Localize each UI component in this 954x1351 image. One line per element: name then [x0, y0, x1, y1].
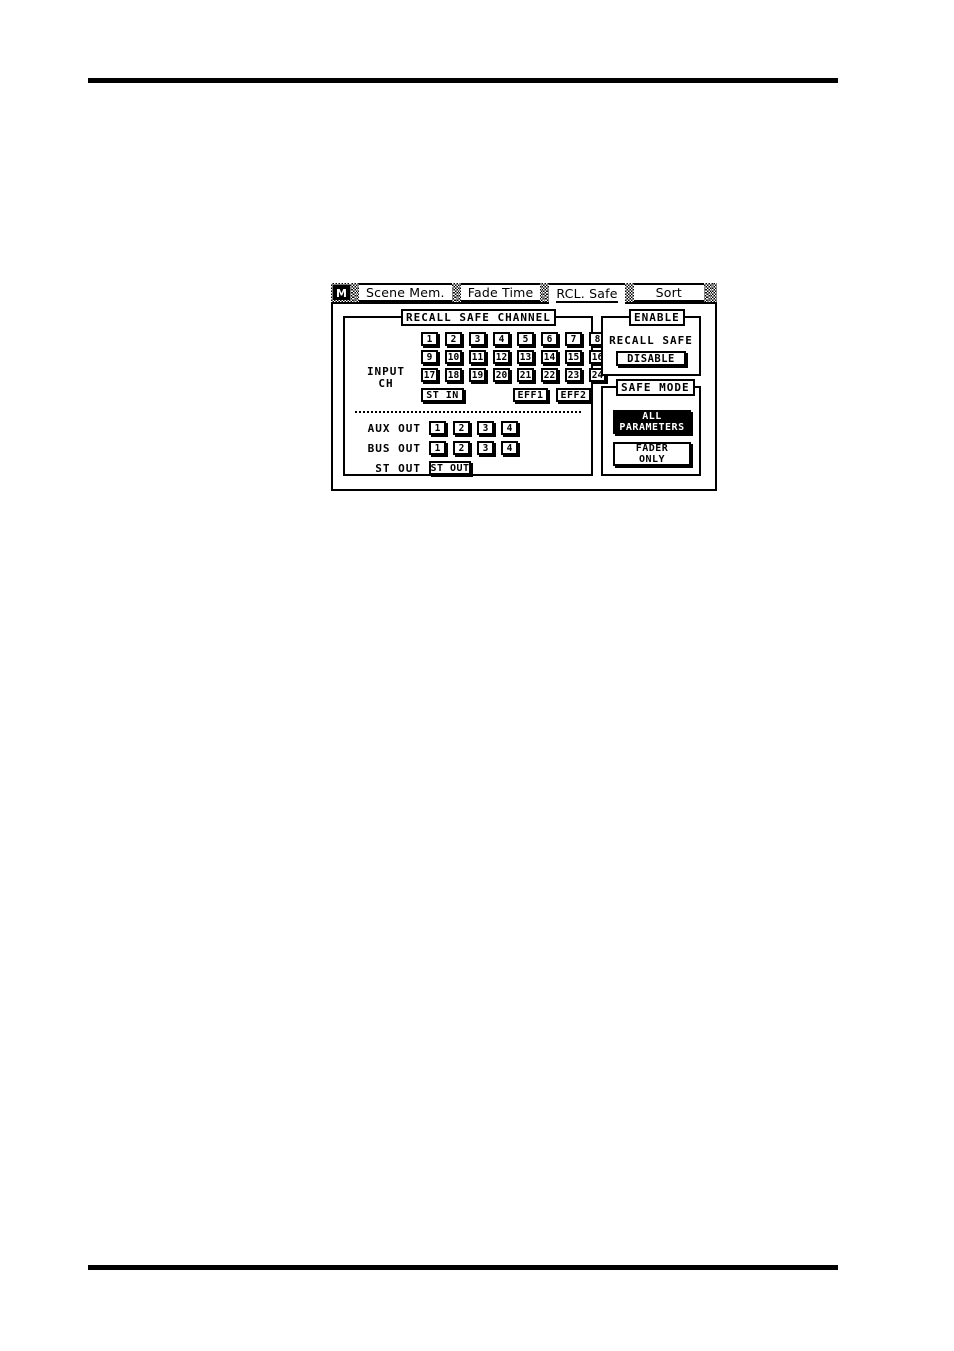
tab-list: M Scene Mem. Fade Time RCL. Safe Sort — [331, 283, 714, 304]
aux-out-button[interactable]: 3 — [477, 421, 494, 435]
enable-title: ENABLE — [629, 309, 685, 326]
bus-out-label: BUS OUT — [367, 441, 421, 455]
tab-notch-icon — [704, 283, 714, 302]
tab-strip: M Scene Mem. Fade Time RCL. Safe Sort — [331, 283, 717, 304]
aux-out-row: AUX OUT 1 2 3 4 — [357, 420, 525, 436]
page-top-rule — [88, 78, 838, 83]
page-bottom-rule — [88, 1265, 838, 1270]
recall-safe-caption: RECALL SAFE — [609, 334, 693, 347]
input-ch-label: INPUT CH — [361, 366, 411, 390]
bus-out-button[interactable]: 3 — [477, 441, 494, 455]
tab-scene-mem-label: Scene Mem. — [366, 284, 445, 300]
bus-out-row: BUS OUT 1 2 3 4 — [357, 440, 525, 456]
channel-button[interactable]: 4 — [493, 332, 510, 346]
tab-sort-label: Sort — [655, 284, 683, 300]
fader-only-button[interactable]: FADER ONLY — [613, 442, 691, 466]
section-divider — [355, 411, 581, 413]
aux-out-label: AUX OUT — [367, 421, 421, 435]
tab-notch-icon — [624, 283, 634, 302]
menu-badge-icon[interactable]: M — [333, 285, 350, 300]
channel-button[interactable]: 20 — [493, 368, 510, 382]
input-channel-row: 9 10 11 12 13 14 15 16 — [421, 350, 606, 364]
recall-safe-channel-section: RECALL SAFE CHANNEL INPUT CH 1 2 3 4 5 6… — [343, 309, 606, 476]
st-out-row: ST OUT ST OUT — [357, 460, 478, 476]
channel-button[interactable]: 14 — [541, 350, 558, 364]
fader-only-line2: ONLY — [638, 454, 666, 465]
input-channel-grid: 1 2 3 4 5 6 7 8 9 10 11 12 13 14 15 16 1… — [421, 332, 606, 386]
tab-rcl-safe-label: RCL. Safe — [556, 286, 618, 303]
channel-button[interactable]: 18 — [445, 368, 462, 382]
input-ch-label-line2: CH — [378, 377, 394, 390]
bus-out-button[interactable]: 4 — [501, 441, 518, 455]
channel-button[interactable]: 2 — [445, 332, 462, 346]
lcd-panel-body: RECALL SAFE CHANNEL INPUT CH 1 2 3 4 5 6… — [331, 304, 717, 491]
tab-notch-icon — [451, 283, 461, 302]
input-channel-row: 17 18 19 20 21 22 23 24 — [421, 368, 606, 382]
st-out-label: ST OUT — [375, 461, 421, 475]
tab-scene-mem[interactable]: Scene Mem. — [359, 283, 452, 302]
bus-out-button[interactable]: 1 — [429, 441, 446, 455]
tab-rcl-safe[interactable]: RCL. Safe — [549, 283, 625, 304]
channel-button[interactable]: 1 — [421, 332, 438, 346]
recall-safe-enable-toggle[interactable]: DISABLE — [616, 351, 686, 366]
channel-button[interactable]: 7 — [565, 332, 582, 346]
lcd-display-panel: M Scene Mem. Fade Time RCL. Safe Sort RE… — [331, 283, 717, 491]
tab-fade-time[interactable]: Fade Time — [460, 283, 541, 302]
st-out-button[interactable]: ST OUT — [429, 461, 471, 475]
enable-section: ENABLE RECALL SAFE DISABLE — [601, 309, 701, 376]
channel-button[interactable]: 6 — [541, 332, 558, 346]
input-channel-row: 1 2 3 4 5 6 7 8 — [421, 332, 606, 346]
aux-out-button[interactable]: 4 — [501, 421, 518, 435]
channel-button[interactable]: 13 — [517, 350, 534, 364]
channel-button[interactable]: 15 — [565, 350, 582, 364]
channel-button[interactable]: 19 — [469, 368, 486, 382]
channel-button[interactable]: 3 — [469, 332, 486, 346]
channel-button[interactable]: 11 — [469, 350, 486, 364]
aux-out-button[interactable]: 1 — [429, 421, 446, 435]
channel-button[interactable]: 22 — [541, 368, 558, 382]
safe-mode-section: SAFE MODE ALL PARAMETERS FADER ONLY — [601, 379, 701, 476]
all-parameters-line2: PARAMETERS — [619, 422, 685, 433]
channel-button[interactable]: 12 — [493, 350, 510, 364]
channel-button[interactable]: 23 — [565, 368, 582, 382]
tab-sort[interactable]: Sort — [633, 283, 705, 302]
fader-only-line1: FADER — [635, 443, 669, 454]
channel-button[interactable]: 5 — [517, 332, 534, 346]
channel-button[interactable]: 17 — [421, 368, 438, 382]
tab-notch-icon — [540, 283, 550, 302]
input-special-button-row: ST IN EFF1 EFF2 — [421, 388, 591, 404]
all-parameters-button[interactable]: ALL PARAMETERS — [613, 410, 691, 434]
st-in-button[interactable]: ST IN — [421, 388, 464, 402]
aux-out-button[interactable]: 2 — [453, 421, 470, 435]
bus-out-button[interactable]: 2 — [453, 441, 470, 455]
channel-button[interactable]: 9 — [421, 350, 438, 364]
channel-button[interactable]: 10 — [445, 350, 462, 364]
eff2-button[interactable]: EFF2 — [556, 388, 591, 402]
all-parameters-line1: ALL — [642, 411, 662, 422]
recall-safe-channel-title: RECALL SAFE CHANNEL — [401, 309, 556, 326]
channel-button[interactable]: 21 — [517, 368, 534, 382]
eff1-button[interactable]: EFF1 — [513, 388, 548, 402]
tab-fade-time-label: Fade Time — [467, 284, 534, 300]
tab-notch-icon — [350, 283, 359, 302]
safe-mode-title: SAFE MODE — [616, 379, 695, 396]
